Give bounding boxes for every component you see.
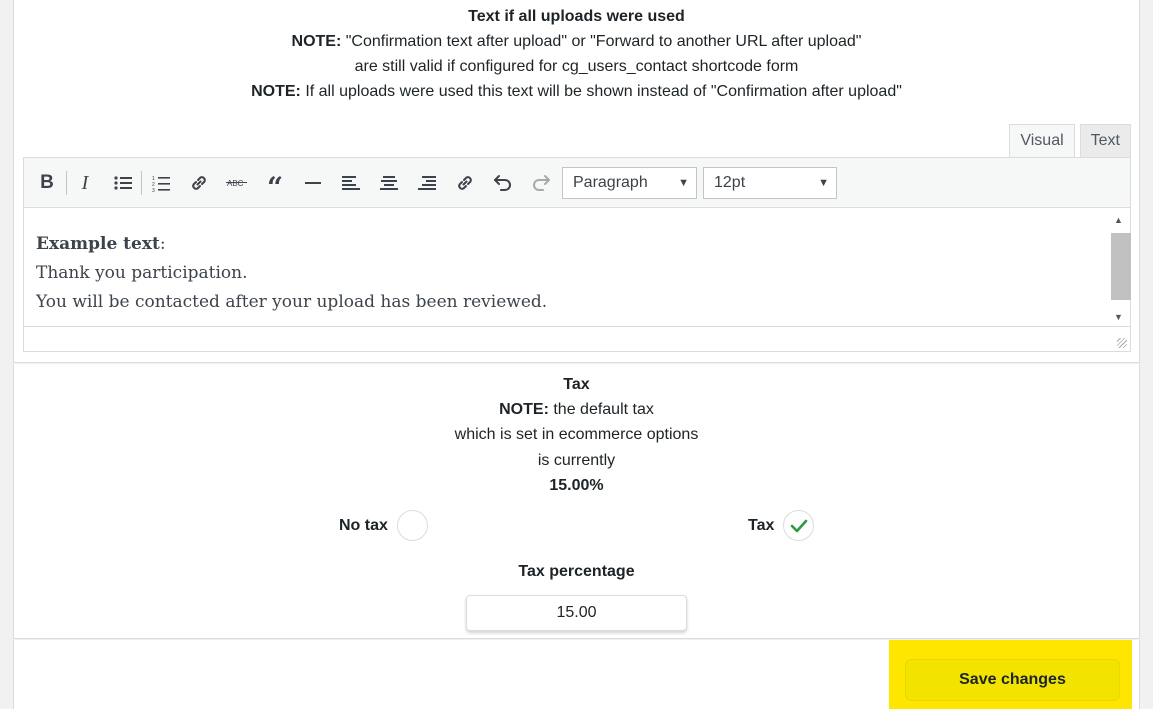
editor-toolbar: B I 123 ABC “ Paragraph ▼ 12pt ▼ xyxy=(24,158,1130,208)
numbered-list-icon[interactable]: 123 xyxy=(147,169,175,197)
horizontal-rule-icon[interactable] xyxy=(299,169,327,197)
tab-visual[interactable]: Visual xyxy=(1009,124,1075,157)
upload-text-panel: Text if all uploads were used NOTE: "Con… xyxy=(13,0,1140,363)
content-line-2: You will be contacted after your upload … xyxy=(36,292,548,312)
rich-text-editor: B I 123 ABC “ Paragraph ▼ 12pt ▼ Example… xyxy=(23,157,1131,352)
tax-note-line3: is currently xyxy=(537,452,616,469)
toolbar-separator xyxy=(141,171,142,195)
redo-icon[interactable] xyxy=(527,169,555,197)
default-tax-value: 15.00% xyxy=(549,477,604,494)
align-left-icon[interactable] xyxy=(337,169,365,197)
content-line-1: Thank you participation. xyxy=(36,263,248,283)
tax-label: Tax xyxy=(748,516,775,534)
resize-handle-icon[interactable] xyxy=(1117,338,1127,348)
scroll-down-arrow-icon[interactable]: ▼ xyxy=(1107,308,1130,325)
align-right-icon[interactable] xyxy=(413,169,441,197)
upload-note-2: NOTE: If all uploads were used this text… xyxy=(251,83,902,100)
editor-statusbar xyxy=(24,326,1130,351)
toolbar-separator xyxy=(66,171,67,195)
no-tax-radio[interactable] xyxy=(396,510,428,541)
undo-icon[interactable] xyxy=(489,169,517,197)
font-size-select[interactable]: 12pt ▼ xyxy=(703,167,837,199)
tax-percentage-input[interactable]: 15.00 xyxy=(466,595,687,631)
upload-note-1: NOTE: "Confirmation text after upload" o… xyxy=(291,33,862,50)
format-select[interactable]: Paragraph ▼ xyxy=(562,167,697,199)
tax-note-line2: which is set in ecommerce options xyxy=(454,426,699,443)
bold-icon[interactable]: B xyxy=(33,169,61,197)
link-icon[interactable] xyxy=(185,169,213,197)
editor-tabs: Visual Text xyxy=(1009,124,1131,157)
chevron-down-icon: ▼ xyxy=(678,177,689,189)
checkmark-icon xyxy=(790,519,808,532)
strikethrough-icon[interactable]: ABC xyxy=(223,169,251,197)
tax-title: Tax xyxy=(563,376,590,393)
tax-percentage-label: Tax percentage xyxy=(518,563,635,580)
no-tax-label: No tax xyxy=(339,516,388,534)
tax-radio[interactable] xyxy=(783,510,815,541)
chevron-down-icon: ▼ xyxy=(818,177,829,189)
save-changes-button[interactable]: Save changes xyxy=(905,659,1120,701)
svg-text:3: 3 xyxy=(152,188,155,192)
scroll-up-arrow-icon[interactable]: ▲ xyxy=(1107,211,1130,228)
align-center-icon[interactable] xyxy=(375,169,403,197)
bullet-list-icon[interactable] xyxy=(109,169,137,197)
save-panel: Save changes xyxy=(13,640,1140,709)
save-highlight-area: Save changes xyxy=(889,640,1132,709)
upload-section-title: Text if all uploads were used xyxy=(468,8,685,25)
tax-option[interactable]: Tax xyxy=(748,510,815,541)
tax-panel: Tax NOTE: the default tax which is set i… xyxy=(13,364,1140,639)
tab-text[interactable]: Text xyxy=(1079,124,1131,157)
italic-icon[interactable]: I xyxy=(71,169,99,197)
blockquote-icon[interactable]: “ xyxy=(261,169,289,202)
editor-content[interactable]: Example text: Thank you participation. Y… xyxy=(24,209,1132,327)
no-tax-option[interactable]: No tax xyxy=(339,510,428,541)
svg-text:ABC: ABC xyxy=(227,179,244,188)
content-heading-line: Example text: xyxy=(36,234,166,254)
unlink-icon[interactable] xyxy=(451,169,479,197)
editor-scrollbar[interactable]: ▲ ▼ xyxy=(1107,209,1131,327)
upload-note-1-line2: are still valid if configured for cg_use… xyxy=(354,58,799,75)
tax-note: NOTE: the default tax xyxy=(499,401,654,418)
scroll-thumb[interactable] xyxy=(1111,233,1131,300)
